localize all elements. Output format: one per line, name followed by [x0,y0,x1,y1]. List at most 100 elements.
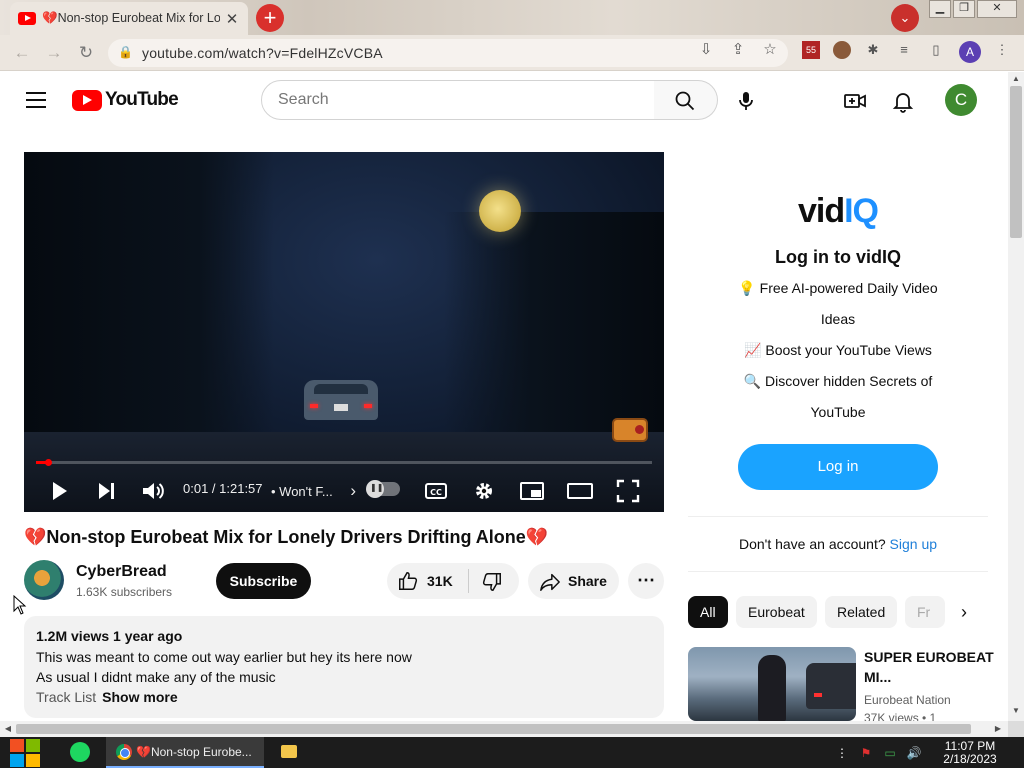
media-control-icon[interactable]: ≡ [895,41,913,59]
description-box[interactable]: 1.2M views 1 year ago This was meant to … [24,616,664,718]
bookmark-star-icon[interactable]: ☆ [760,40,780,58]
like-count[interactable]: 31K [427,573,453,589]
search-button[interactable] [654,80,718,120]
address-url[interactable]: youtube.com/watch?v=FdelHZcVCBA [142,45,383,61]
recommended-channel[interactable]: Eurobeat Nation [864,693,951,707]
recommended-thumbnail[interactable] [688,647,856,721]
reload-icon[interactable]: ↻ [76,43,96,63]
back-arrow-icon[interactable]: ← [12,43,32,63]
show-more-link[interactable]: Show more [102,689,177,705]
chip-related[interactable]: Related [825,596,898,628]
vidiq-login-button[interactable]: Log in [738,444,938,490]
extension-avatar-icon[interactable] [833,41,851,59]
vertical-scroll-thumb[interactable] [1010,86,1022,238]
scroll-up-arrow-icon[interactable]: ▲ [1008,74,1024,83]
network-icon[interactable]: ▭ [882,745,898,761]
settings-gear-icon[interactable] [470,477,498,505]
sign-up-link[interactable]: Sign up [890,536,937,552]
vidiq-feature-views: 📈 Boost your YouTube Views [744,342,932,358]
chip-fr[interactable]: Fr [905,596,945,628]
start-button-windows-icon[interactable] [10,739,42,767]
install-app-icon[interactable]: ⇩ [696,40,716,58]
lock-icon[interactable]: 🔒 [118,45,133,59]
chapter-title[interactable]: • Won't F... › [271,481,356,501]
search-input[interactable] [262,81,654,119]
tab-close-icon[interactable]: ✕ [224,10,240,28]
share-page-icon[interactable]: ⇪ [728,40,748,58]
file-explorer-icon[interactable] [281,745,297,758]
play-icon[interactable] [45,477,73,505]
taskbar-clock[interactable]: 11:07 PM 2/18/2023 [937,740,1003,766]
chip-all[interactable]: All [688,596,728,628]
chips-next-arrow-icon[interactable]: › [952,600,976,624]
microphone-icon[interactable] [734,89,758,113]
create-video-icon[interactable] [843,89,867,113]
player-controls: 0:01 / 1:21:57 • Won't F... › CC [24,470,664,512]
scroll-right-arrow-icon[interactable]: ▶ [990,721,1006,737]
forward-arrow-icon[interactable]: → [44,43,64,63]
spotify-app-icon[interactable] [70,742,90,762]
horizontal-scrollbar[interactable]: ◀ ▶ [0,721,1008,737]
action-center-flag-icon[interactable]: ⚑ [858,745,874,761]
taskbar: 💔Non-stop Eurobe... ⋮ ⚑ ▭ 🔊 11:07 PM 2/1… [0,737,1024,768]
more-actions-button[interactable]: ⋯ [628,563,664,599]
chapter-title-text: • Won't F... [271,484,333,499]
minimize-window-button[interactable]: ▁ [929,0,951,18]
scroll-left-arrow-icon[interactable]: ◀ [0,721,16,737]
channel-avatar[interactable] [24,560,64,600]
account-avatar[interactable]: C [945,84,977,116]
fullscreen-icon[interactable] [614,477,642,505]
taskbar-chrome-window[interactable]: 💔Non-stop Eurobe... [106,737,264,768]
vidiq-login-panel: vidIQ Log in to vidIQ 💡 Free AI-powered … [688,160,988,515]
address-bar[interactable]: 🔒 youtube.com/watch?v=FdelHZcVCBA [108,39,788,67]
browser-profile-avatar[interactable]: A [959,41,981,63]
extension-badge-count: 55 [805,45,816,55]
vidiq-logo: vidIQ [688,192,988,231]
dislike-thumb-icon[interactable] [481,571,503,593]
scrollbar-corner [1008,721,1024,737]
search-icon [675,91,695,111]
captions-icon[interactable]: CC [422,477,450,505]
scroll-down-arrow-icon[interactable]: ▼ [1008,706,1024,715]
chip-eurobeat[interactable]: Eurobeat [736,596,817,628]
miniplayer-icon[interactable] [518,477,546,505]
theater-mode-icon[interactable] [566,477,594,505]
volume-icon[interactable] [139,477,167,505]
subscribe-button[interactable]: Subscribe [216,563,311,599]
next-video-icon[interactable] [92,477,120,505]
share-button[interactable]: Share [528,563,619,599]
extensions-puzzle-icon[interactable]: ✱ [864,41,882,59]
tray-overflow-icon[interactable]: ⋮ [834,745,850,761]
vidiq-feature-secrets: 🔍 Discover hidden Secrets of YouTube [743,373,933,420]
search-box[interactable] [261,80,655,120]
youtube-logo-text: YouTube [105,89,179,110]
progress-bar[interactable] [36,459,652,466]
autoplay-toggle[interactable] [366,480,400,498]
video-frame-moon [479,190,521,232]
restore-window-button[interactable]: ❐ [953,0,975,18]
youtube-logo[interactable]: YouTube [72,89,179,111]
browser-menu-icon[interactable]: ⋮ [993,41,1011,59]
vertical-scrollbar[interactable]: ▲ ▼ [1008,72,1024,721]
close-window-button[interactable]: ✕ [977,0,1017,18]
channel-watermark-icon[interactable] [612,418,648,442]
clock-date: 2/18/2023 [943,752,997,766]
new-tab-button[interactable]: + [256,4,284,32]
side-panel-icon[interactable]: ▯ [927,41,945,59]
vidiq-feature-ideas: 💡 Free AI-powered Daily Video Ideas [738,280,938,327]
channel-name[interactable]: CyberBread [76,563,167,581]
extension-badge-icon[interactable]: 55 [802,41,820,59]
speaker-volume-icon[interactable]: 🔊 [906,745,922,761]
recommended-title[interactable]: SUPER EUROBEAT MI... [864,647,994,687]
video-player[interactable]: 0:01 / 1:21:57 • Won't F... › CC [24,152,664,512]
description-line: This was meant to come out way earlier b… [36,649,412,665]
like-thumb-icon[interactable] [397,570,419,592]
notifications-bell-icon[interactable] [891,89,915,113]
tab-search-button[interactable]: ⌄ [891,4,919,32]
vidiq-heading: Log in to vidIQ [775,247,901,267]
youtube-play-logo-icon [72,89,102,111]
hamburger-menu-icon[interactable] [26,92,46,108]
video-title: 💔Non-stop Eurobeat Mix for Lonely Driver… [24,527,549,547]
browser-tab-active[interactable]: 💔Non-stop Eurobeat Mix for Lonely Driver… [10,2,248,35]
horizontal-scroll-thumb[interactable] [16,724,971,734]
